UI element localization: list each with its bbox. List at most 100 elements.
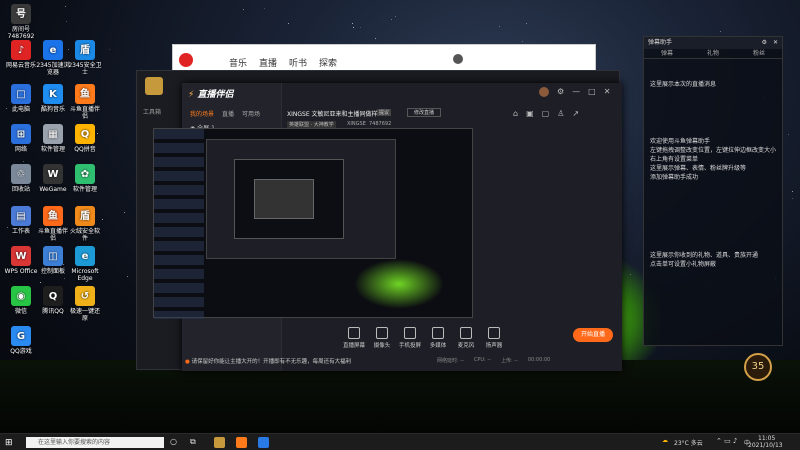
desktop-icon[interactable]: G QQ游戏 <box>4 326 38 355</box>
star <box>390 19 392 21</box>
panel-line1: 这里展示本次的直播消息 <box>650 81 717 88</box>
source-button[interactable]: 摄像头 <box>369 327 395 349</box>
close-icon[interactable]: ✕ <box>604 87 611 97</box>
taskview-icon[interactable]: ○ <box>170 437 177 446</box>
desktop-icon-image: ♲ <box>11 164 31 184</box>
source-icon <box>348 327 360 339</box>
star <box>792 197 794 199</box>
desktop-icon[interactable]: ◉ 微信 <box>4 286 38 315</box>
desktop-icon[interactable]: □ 此电脑 <box>4 84 38 113</box>
shirt-icon[interactable]: ♙ <box>557 109 564 118</box>
source-button[interactable]: 手机投屏 <box>397 327 423 349</box>
panel-tab[interactable]: 弹幕 <box>661 49 673 58</box>
desktop-icon[interactable]: e Microsoft Edge <box>68 246 102 282</box>
star <box>66 20 68 22</box>
source-button[interactable]: 麦克风 <box>453 327 479 349</box>
desktop-icon-image: ◉ <box>11 286 31 306</box>
start-button-icon[interactable]: ⊞ <box>5 438 13 448</box>
preview-glow <box>354 259 444 309</box>
browser-nav-item[interactable]: 听书 <box>289 56 307 69</box>
home-icon[interactable]: ⌂ <box>513 109 518 118</box>
category-badge[interactable]: 英雄联盟 · 大神教学 <box>287 121 336 128</box>
desktop-icon-image: Q <box>43 286 63 306</box>
desktop-icon-label: 网络 <box>14 146 27 153</box>
welcome-messages: 欢迎使用斗鱼弹幕助手 左键拖拽调整改变位置，左键拉伸边框改变大小 右上角有设置菜单这… <box>650 137 776 182</box>
browser-avatar[interactable] <box>453 54 463 64</box>
desktop-icon[interactable]: K 酷狗音乐 <box>36 84 70 113</box>
room-manage-button[interactable]: 修改直播 <box>407 108 442 117</box>
desktop-icon-label: 极速一键还原 <box>69 308 100 322</box>
desktop-icon-image: 盾 <box>75 206 95 226</box>
desktop-icon-image: □ <box>11 84 31 104</box>
share-icon[interactable]: ↗ <box>572 109 579 118</box>
live-preview[interactable] <box>153 128 473 319</box>
settings-icon[interactable]: ⚙ <box>557 87 564 97</box>
minimize-icon[interactable]: — <box>572 87 580 97</box>
status-item: 网络延时: -- <box>437 358 464 364</box>
desktop-icon[interactable]: Q QQ拼音 <box>68 124 102 153</box>
desktop-icon-image: ▤ <box>11 206 31 226</box>
lock-icon[interactable]: ▢ <box>542 109 550 118</box>
desktop-icon[interactable]: e 2345加速浏览器 <box>36 40 70 76</box>
desktop-icon[interactable]: 鱼斗鱼直播伴侣 <box>68 84 102 120</box>
clock-date[interactable]: 2021/10/13 <box>748 442 783 449</box>
star <box>63 277 65 279</box>
desktop-icon[interactable]: 鱼斗鱼直播伴侣 <box>36 206 70 242</box>
desktop-icon-image: W <box>11 246 31 266</box>
avatar[interactable] <box>539 87 549 97</box>
clock-time[interactable]: 11:05 <box>758 435 775 442</box>
tasks-icon[interactable]: ⧉ <box>190 437 196 447</box>
left-tab[interactable]: 我的场景 <box>190 109 214 118</box>
gift-icon[interactable]: ▣ <box>526 109 534 118</box>
left-tab[interactable]: 可用场 <box>242 109 260 118</box>
desktop-icon[interactable]: W WPS Office <box>4 246 38 275</box>
desktop-icon[interactable]: ◫ 控制面板 <box>36 246 70 275</box>
tray-icons[interactable]: ⌃ ▭ ♪ <box>716 437 737 445</box>
source-button[interactable]: 扬声器 <box>481 327 507 349</box>
level-badge[interactable]: 35 <box>744 353 772 381</box>
desktop-icon[interactable]: ▦ 软件管理 <box>36 124 70 153</box>
panel-tabs: 弹幕 礼物 粉丝 <box>644 49 782 59</box>
left-tab[interactable]: 直播 <box>222 109 234 118</box>
danmaku-assistant-panel[interactable]: 弹幕助手 ✕ ⚙ 弹幕 礼物 粉丝 这里展示本次的直播消息 欢迎使用斗鱼弹幕助手 左键… <box>643 36 783 346</box>
desktop-icon-image: ↺ <box>75 286 95 306</box>
source-button[interactable]: 多媒体 <box>425 327 451 349</box>
start-live-button[interactable]: 开始直播 <box>573 328 613 342</box>
source-label: 摄像头 <box>373 343 391 349</box>
desktop-icon-label: 微信 <box>14 308 27 315</box>
lol-taskbar-icon[interactable] <box>214 437 225 448</box>
desktop-icon[interactable]: ⊞ 网络 <box>4 124 38 153</box>
desktop-icon[interactable]: W WeGame <box>36 164 70 193</box>
panel-settings-icon[interactable]: ⚙ <box>762 37 767 49</box>
app-taskbar-icon[interactable] <box>258 437 269 448</box>
desktop-icon[interactable]: ↺ 极速一键还原 <box>68 286 102 322</box>
desktop-icon[interactable]: 盾 2345安全卫士 <box>68 40 102 76</box>
weather-text[interactable]: 23°C 多云 <box>674 438 703 447</box>
desktop-icon-label: 工作表 <box>11 228 30 235</box>
star <box>375 37 377 39</box>
desktop-icon-label: QQ拼音 <box>74 146 96 153</box>
desktop-icon[interactable]: ▤ 工作表 <box>4 206 38 235</box>
taskbar-search[interactable]: 在这里输入你要搜索的内容 <box>26 437 164 448</box>
desktop-icon[interactable]: Q 腾讯QQ <box>36 286 70 315</box>
panel-tab[interactable]: 粉丝 <box>753 49 765 58</box>
source-button[interactable]: 直播屏幕 <box>341 327 367 349</box>
desktop-icon[interactable]: ♲ 回收站 <box>4 164 38 193</box>
desktop-icon[interactable]: 盾火绒安全软件 <box>68 206 102 242</box>
panel-close-icon[interactable]: ✕ <box>773 37 778 49</box>
star <box>360 27 362 29</box>
desktop-icon[interactable]: ✿ 软件管理 <box>68 164 102 193</box>
browser-nav-item[interactable]: 直播 <box>259 56 277 69</box>
browser-nav-item[interactable]: 探索 <box>319 56 337 69</box>
desktop-icon[interactable]: ♪ 网易云音乐 <box>4 40 38 69</box>
panel-tab[interactable]: 礼物 <box>707 49 719 58</box>
desktop-icon-image: e <box>43 40 63 60</box>
browser-nav: 音乐 直播 听书 探索 <box>229 56 337 69</box>
desktop-icon[interactable]: 号房间号 7487692 <box>4 4 38 40</box>
room-title[interactable]: XINGSE 文敏尼亚来和主播同做样 <box>287 109 378 118</box>
douyu-taskbar-icon[interactable] <box>236 437 247 448</box>
browser-nav-item[interactable]: 音乐 <box>229 56 247 69</box>
maximize-icon[interactable]: □ <box>588 87 596 97</box>
desktop-icon-image: ✿ <box>75 164 95 184</box>
desktop-icon-image: Q <box>75 124 95 144</box>
